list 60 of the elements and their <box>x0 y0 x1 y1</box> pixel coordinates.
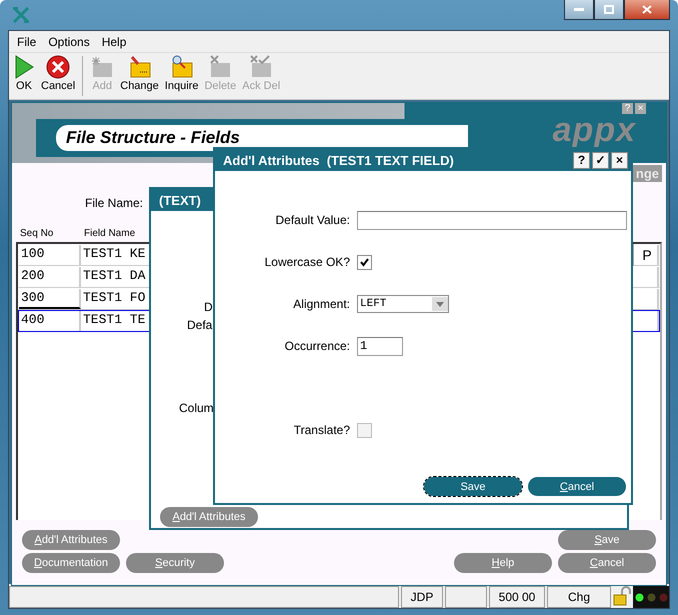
column-header: Seq No <box>20 228 54 239</box>
toolbar-button[interactable]: Cancel <box>39 53 78 92</box>
action-button[interactable]: Security <box>126 553 224 573</box>
play-icon <box>13 55 35 79</box>
field-label: Lowercase OK? <box>264 255 350 269</box>
dialog-title: Add'l Attributes (TEST1 TEXT FIELD) <box>223 152 454 168</box>
menu-item[interactable]: Options <box>42 34 96 48</box>
status-cell: 500 00 <box>489 586 545 608</box>
appx-logo: appx <box>552 115 636 145</box>
title-button[interactable]: ✓ <box>592 152 609 168</box>
folder-pencil-icon <box>128 55 152 79</box>
field-label: Translate? <box>292 423 350 437</box>
action-button[interactable]: Documentation <box>22 553 120 573</box>
window-title: File Structure - Fields <box>56 125 468 151</box>
field-label: File Name: <box>85 196 144 210</box>
action-button[interactable]: Help <box>454 553 552 573</box>
table-cell: 200 <box>19 267 81 287</box>
field-label: Alignment: <box>292 297 350 311</box>
dialog-button[interactable]: Save <box>424 477 522 496</box>
maximize-icon <box>604 5 614 14</box>
alignment-dropdown[interactable]: LEFT <box>357 295 449 313</box>
lock-icon <box>613 586 631 606</box>
toolbar-button[interactable]: Change <box>118 53 161 92</box>
field-label: Default Value: <box>274 213 350 227</box>
table-cell: 400 <box>19 311 81 331</box>
field-label: Occurrence: <box>284 339 350 353</box>
text-field[interactable]: 1 <box>357 336 403 356</box>
minimize-button[interactable] <box>564 0 594 20</box>
maximize-button[interactable] <box>594 0 624 20</box>
text-field[interactable] <box>357 210 627 230</box>
toolbar-button[interactable]: Inquire <box>162 53 200 92</box>
action-button[interactable]: Save <box>558 530 656 550</box>
title-button[interactable]: ? <box>573 152 590 168</box>
folder-x-check-icon <box>249 55 274 79</box>
menu-item[interactable]: Help <box>96 34 132 48</box>
action-button[interactable]: Add'l Attributes <box>160 507 258 527</box>
dialog-button[interactable]: Cancel <box>528 477 626 496</box>
folder-x-icon <box>208 55 232 79</box>
field-label: Colum <box>179 401 214 415</box>
table-cell: 100 <box>19 245 81 265</box>
cancel-icon <box>46 55 70 79</box>
column-header: Field Name <box>84 228 136 239</box>
status-cell: Chg <box>547 586 611 608</box>
action-button[interactable]: Cancel <box>558 553 656 573</box>
menu-item[interactable]: File <box>11 34 42 48</box>
title-button[interactable]: × <box>611 152 628 168</box>
action-button[interactable]: Add'l Attributes <box>22 530 120 550</box>
folder-add-icon <box>90 55 114 79</box>
table-cell: 300 <box>19 289 81 309</box>
status-cell: JDP <box>401 586 443 608</box>
close-icon <box>642 5 652 14</box>
app-logo-icon <box>12 7 30 23</box>
minimize-icon <box>574 8 584 12</box>
checkbox[interactable] <box>357 254 372 270</box>
folder-magnifier-icon <box>170 55 194 79</box>
dropdown-arrow-icon <box>436 302 444 306</box>
dialog-title: (TEXT) <box>159 192 201 208</box>
toolbar-button[interactable]: OK <box>11 53 37 92</box>
close-button[interactable] <box>624 0 670 20</box>
field-label: Defa <box>187 318 212 332</box>
